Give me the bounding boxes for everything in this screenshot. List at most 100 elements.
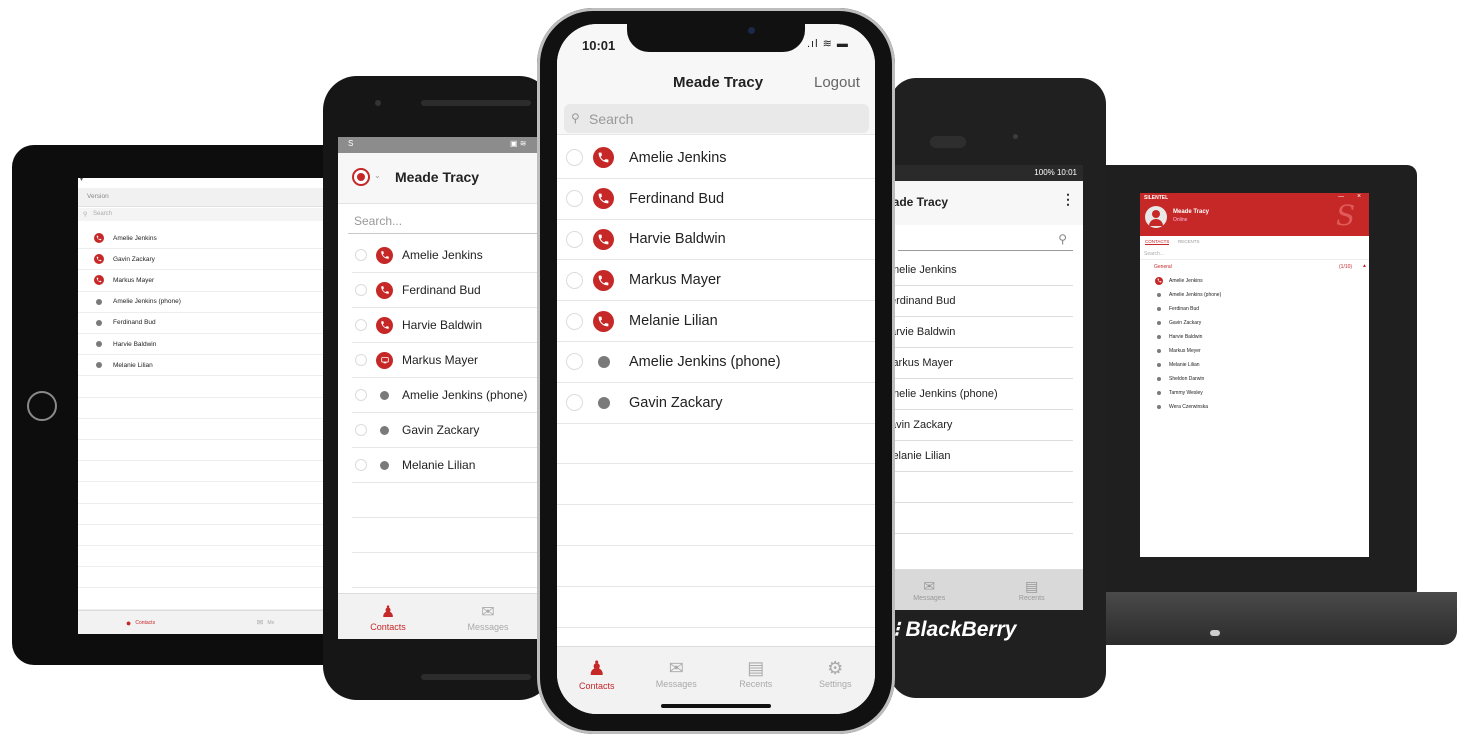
select-checkbox[interactable] [355,284,367,296]
contact-row[interactable]: melie Jenkins (phone) [878,379,1073,410]
home-indicator[interactable] [661,704,771,708]
tab-messages[interactable]: ✉ Me [203,611,328,634]
contact-row[interactable]: Amelie Jenkins (phone) [1140,288,1369,302]
select-checkbox[interactable] [566,149,583,167]
contact-row[interactable]: Ferdinand Bud [557,179,875,220]
home-button[interactable] [27,391,57,421]
bb-search-input[interactable]: ⚲ [898,230,1073,251]
contact-name: Gavin Zackary [113,255,155,263]
select-checkbox[interactable] [566,190,583,208]
android-search-field[interactable]: Search... [348,209,538,234]
contact-name: Melanie Lilian [402,458,476,472]
contact-row[interactable]: melie Jenkins [878,255,1073,286]
contact-row[interactable]: Amelie Jenkins (phone) [557,342,875,383]
tab-contacts[interactable]: ● Contacts [78,611,203,634]
iphone-search-field[interactable]: ⚲ Search [564,104,869,133]
contact-name: Amelie Jenkins [1169,277,1203,284]
contact-row[interactable]: lelanie Lilian [878,441,1073,472]
select-checkbox[interactable] [566,312,583,330]
contact-row[interactable]: arvie Baldwin [878,317,1073,348]
contact-name: Gavin Zackary [402,423,480,437]
tab-recents[interactable]: RECENTS [1178,239,1200,244]
contact-row[interactable]: Harvie Baldwin [1140,330,1369,344]
contact-row[interactable]: Amelie Jenkins [78,228,328,250]
tablet-contact-list: Amelie Jenkins Gavin Zackary Markus Mayer A… [78,228,328,610]
laptop-app-window: SILENTEL — × Meade Tracy Online S CONTAC… [1140,193,1369,557]
contact-row[interactable]: Melanie Lilian [1140,358,1369,372]
iphone-search-input[interactable]: Search [589,111,633,127]
empty-row [557,505,875,546]
contact-row[interactable]: Harvie Baldwin [557,220,875,261]
tablet-search-input[interactable]: Search [93,211,112,217]
empty-row [78,440,328,462]
contact-row[interactable]: Amelie Jenkins [1140,274,1369,288]
contact-name: Ferdinand Bud [402,283,481,297]
logout-button[interactable]: Logout [814,74,860,91]
contact-row[interactable]: Ferdinand Bud [352,273,538,308]
user-avatar [1145,206,1167,228]
contact-row[interactable]: Gavin Zackary [1140,316,1369,330]
select-checkbox[interactable] [355,319,367,331]
contact-row[interactable]: Harvie Baldwin [78,334,328,356]
close-icon[interactable]: × [1357,193,1361,200]
select-checkbox[interactable] [566,353,583,371]
group-name[interactable]: General [1154,264,1172,270]
contact-row[interactable]: Amelie Jenkins [352,238,538,273]
android-search-input[interactable]: Search... [354,214,402,228]
tab-messages[interactable]: ✉ Messages [438,594,538,639]
more-menu-icon[interactable]: ⋮ [1061,191,1075,208]
contact-name: larkus Mayer [890,357,953,369]
contact-row[interactable]: Markus Mayer [557,260,875,302]
contact-row[interactable]: Harvie Baldwin [352,308,538,343]
tab-messages[interactable]: ✉ Messages [637,647,717,700]
tab-settings[interactable]: ⚙ Settings [796,647,876,700]
tab-messages-label: Messages [467,621,509,632]
presence-status-icon[interactable] [352,168,370,186]
chevron-down-icon[interactable]: ⌄ [374,171,381,180]
tab-contacts[interactable]: ♟ Contacts [338,594,438,639]
tab-recents[interactable]: ▤ Recents [981,570,1084,610]
select-checkbox[interactable] [566,394,583,412]
contact-row[interactable]: larkus Mayer [878,348,1073,379]
contact-row[interactable]: Gavin Zackary [352,413,538,448]
contact-row[interactable]: Sheldon Darwin [1140,372,1369,386]
tab-contacts[interactable]: CONTACTS [1145,239,1170,245]
contact-row[interactable]: Melanie Lilian [557,301,875,342]
contact-row[interactable]: Amelie Jenkins [557,138,875,179]
contact-row[interactable]: Wera Czerwinska [1140,400,1369,414]
laptop-search-input[interactable]: Search... [1144,251,1164,257]
contact-row[interactable]: Gavin Zackary [557,383,875,424]
bb-tab-bar: ✉ Messages ▤ Recents [878,569,1083,610]
select-checkbox[interactable] [566,230,583,248]
tablet-search-bar[interactable]: ⚲ Search [78,208,328,221]
contact-row[interactable]: Melanie Lilian [78,355,328,377]
offline-status-icon [1157,362,1161,367]
select-checkbox[interactable] [355,249,367,261]
contact-row[interactable]: Markus Mayer [78,270,328,292]
contact-row[interactable]: avin Zackary [878,410,1073,441]
contact-row[interactable]: Tammy Wesley [1140,386,1369,400]
select-checkbox[interactable] [566,271,583,289]
empty-row [878,472,1073,503]
select-checkbox[interactable] [355,354,367,366]
contact-row[interactable]: Gavin Zackary [78,249,328,271]
select-checkbox[interactable] [355,424,367,436]
contact-row[interactable]: Melanie Lilian [352,448,538,483]
contact-row[interactable]: Markus Mayer [352,343,538,378]
phone-icon [593,188,614,210]
contact-row[interactable]: Amelie Jenkins (phone) [78,292,328,313]
blackberry-app-screen: 100% 10:01 eade Tracy ⋮ ⚲ melie Jenkins e… [878,165,1083,610]
contact-row[interactable]: Ferdinand Bud [78,313,328,334]
select-checkbox[interactable] [355,459,367,471]
tab-recents[interactable]: ▤ Recents [716,647,796,700]
contact-name: Ferdinand Bud [629,190,725,207]
collapse-icon[interactable]: ▲ [1362,263,1367,269]
contact-row[interactable]: Markus Meyer [1140,344,1369,358]
select-checkbox[interactable] [355,389,367,401]
tab-contacts[interactable]: ♟ Contacts [557,647,637,700]
bb-contact-list: melie Jenkins erdinand Bud arvie Baldwin la… [878,255,1073,534]
contact-row[interactable]: Amelie Jenkins (phone) [352,378,538,413]
contact-row[interactable]: Ferdinan Bud [1140,302,1369,316]
contact-row[interactable]: erdinand Bud [878,286,1073,317]
offline-status-icon [597,355,610,368]
